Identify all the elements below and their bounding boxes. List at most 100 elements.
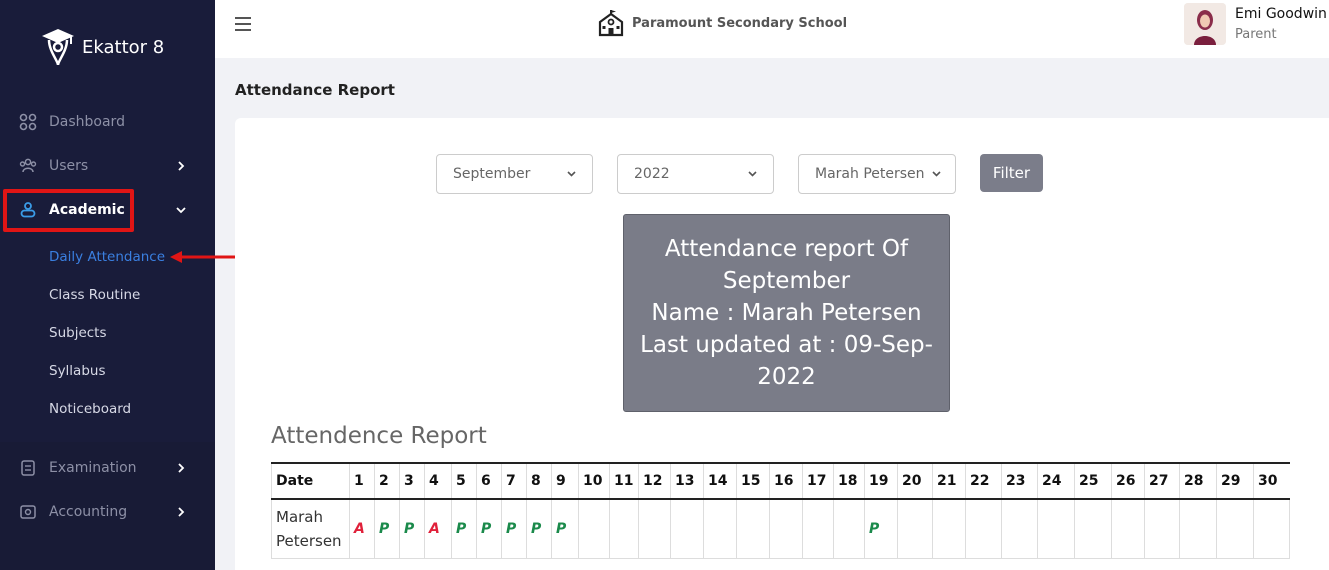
attendance-cell <box>1037 498 1075 559</box>
attendance-cell <box>1253 498 1290 559</box>
attendance-cell <box>802 498 834 559</box>
attendance-cell <box>670 498 704 559</box>
sidebar-item-users[interactable]: Users <box>0 148 215 184</box>
sidebar-item-examination[interactable]: Examination <box>0 450 215 486</box>
report-info-box: Attendance report Of September Name : Ma… <box>623 214 950 412</box>
column-header-day: 18 <box>833 462 865 500</box>
attendance-cell <box>1001 498 1038 559</box>
attendance-cell: P <box>451 498 477 559</box>
column-header-day: 20 <box>897 462 933 500</box>
column-header-day: 25 <box>1074 462 1112 500</box>
user-role: Parent <box>1235 27 1277 42</box>
sidebar-item-label: Accounting <box>49 504 128 520</box>
column-header-day: 9 <box>551 462 579 500</box>
users-icon <box>19 158 37 173</box>
column-header-day: 10 <box>578 462 610 500</box>
attendance-cell <box>897 498 933 559</box>
sidebar-subitem-class-routine[interactable]: Class Routine <box>49 287 140 303</box>
sidebar-subitem-syllabus[interactable]: Syllabus <box>49 363 106 379</box>
chevron-down-icon <box>932 171 941 177</box>
attendance-cell <box>965 498 1002 559</box>
info-line-2: September <box>722 268 851 294</box>
month-select[interactable]: September <box>436 154 593 194</box>
month-select-value: September <box>453 166 531 182</box>
year-select-value: 2022 <box>634 166 670 182</box>
attendance-cell <box>1216 498 1254 559</box>
filter-button[interactable]: Filter <box>980 154 1043 192</box>
attendance-cell <box>769 498 803 559</box>
attendance-cell: P <box>526 498 552 559</box>
logo-icon <box>42 29 74 66</box>
attendance-cell: A <box>349 498 375 559</box>
user-name[interactable]: Emi Goodwin <box>1235 6 1327 22</box>
sidebar-subitem-noticeboard[interactable]: Noticeboard <box>49 401 131 417</box>
chevron-right-icon <box>178 161 185 171</box>
sidebar-subitem-subjects[interactable]: Subjects <box>49 325 107 341</box>
student-select-value: Marah Petersen <box>815 166 925 182</box>
sidebar-item-label: Users <box>49 158 89 174</box>
attendance-cell <box>578 498 610 559</box>
present-mark: P <box>481 520 492 537</box>
column-header-day: 12 <box>638 462 671 500</box>
present-mark: P <box>869 520 880 537</box>
avatar[interactable] <box>1184 3 1226 45</box>
present-mark: P <box>506 520 517 537</box>
student-name-cell: Marah Petersen <box>271 498 350 559</box>
column-header-day: 27 <box>1144 462 1180 500</box>
column-header-day: 8 <box>526 462 552 500</box>
column-header-day: 22 <box>965 462 1002 500</box>
attendance-cell: P <box>374 498 400 559</box>
column-header-day: 19 <box>864 462 898 500</box>
menu-toggle-icon[interactable] <box>235 17 251 31</box>
table-header-row: Date 1 2 3 4 5 6 7 8 9 10 11 12 13 14 15 16 17 18 19 20 21 22… <box>271 462 1290 500</box>
table-row: Marah Petersen APPAPPPPPP <box>271 498 1290 559</box>
student-last-name: Petersen <box>276 531 342 550</box>
column-header-day: 17 <box>802 462 834 500</box>
attendance-cell: A <box>424 498 452 559</box>
info-line-4: Last updated at : 09-Sep- <box>640 332 933 358</box>
attendance-cell <box>703 498 737 559</box>
column-header-day: 4 <box>424 462 452 500</box>
present-mark: P <box>531 520 542 537</box>
student-first-name: Marah <box>276 507 323 526</box>
sidebar-item-dashboard[interactable]: Dashboard <box>0 104 215 140</box>
attendance-cell: P <box>551 498 579 559</box>
column-header-day: 7 <box>501 462 527 500</box>
brand[interactable]: Ekattor 8 <box>40 25 164 69</box>
column-header-day: 3 <box>399 462 425 500</box>
year-select[interactable]: 2022 <box>617 154 774 194</box>
school-name: Paramount Secondary School <box>632 15 848 31</box>
present-mark: P <box>456 520 467 537</box>
column-header-day: 23 <box>1001 462 1038 500</box>
present-mark: P <box>404 520 415 537</box>
attendance-cell: P <box>864 498 898 559</box>
present-mark: P <box>379 520 390 537</box>
column-header-day: 1 <box>349 462 375 500</box>
examination-icon <box>21 460 35 476</box>
page-title: Attendance Report <box>235 81 395 99</box>
column-header-day: 21 <box>932 462 966 500</box>
attendance-cell <box>1144 498 1180 559</box>
column-header-day: 11 <box>609 462 639 500</box>
chevron-right-icon <box>178 463 185 473</box>
school-header: Paramount Secondary School <box>596 8 847 38</box>
accounting-icon <box>20 505 36 519</box>
attendance-cell <box>736 498 770 559</box>
column-header-day: 15 <box>736 462 770 500</box>
sidebar-subitem-daily-attendance[interactable]: Daily Attendance <box>49 249 165 265</box>
attendance-table: Date 1 2 3 4 5 6 7 8 9 10 11 12 13 14 15 16 17 18 19 20 21 22… <box>271 462 1290 559</box>
absent-mark: A <box>429 520 440 537</box>
column-header-day: 2 <box>374 462 400 500</box>
column-header-day: 24 <box>1037 462 1075 500</box>
chevron-down-icon <box>567 171 576 177</box>
attendance-cell: P <box>501 498 527 559</box>
student-select[interactable]: Marah Petersen <box>798 154 956 194</box>
column-header-day: 30 <box>1253 462 1290 500</box>
attendance-cell: P <box>399 498 425 559</box>
attendance-cell <box>1074 498 1112 559</box>
column-header-day: 28 <box>1179 462 1217 500</box>
chevron-down-icon <box>176 207 186 214</box>
sidebar-item-accounting[interactable]: Accounting <box>0 494 215 530</box>
top-bar: Paramount Secondary School Emi Goodwin P… <box>215 0 1329 58</box>
present-mark: P <box>556 520 567 537</box>
